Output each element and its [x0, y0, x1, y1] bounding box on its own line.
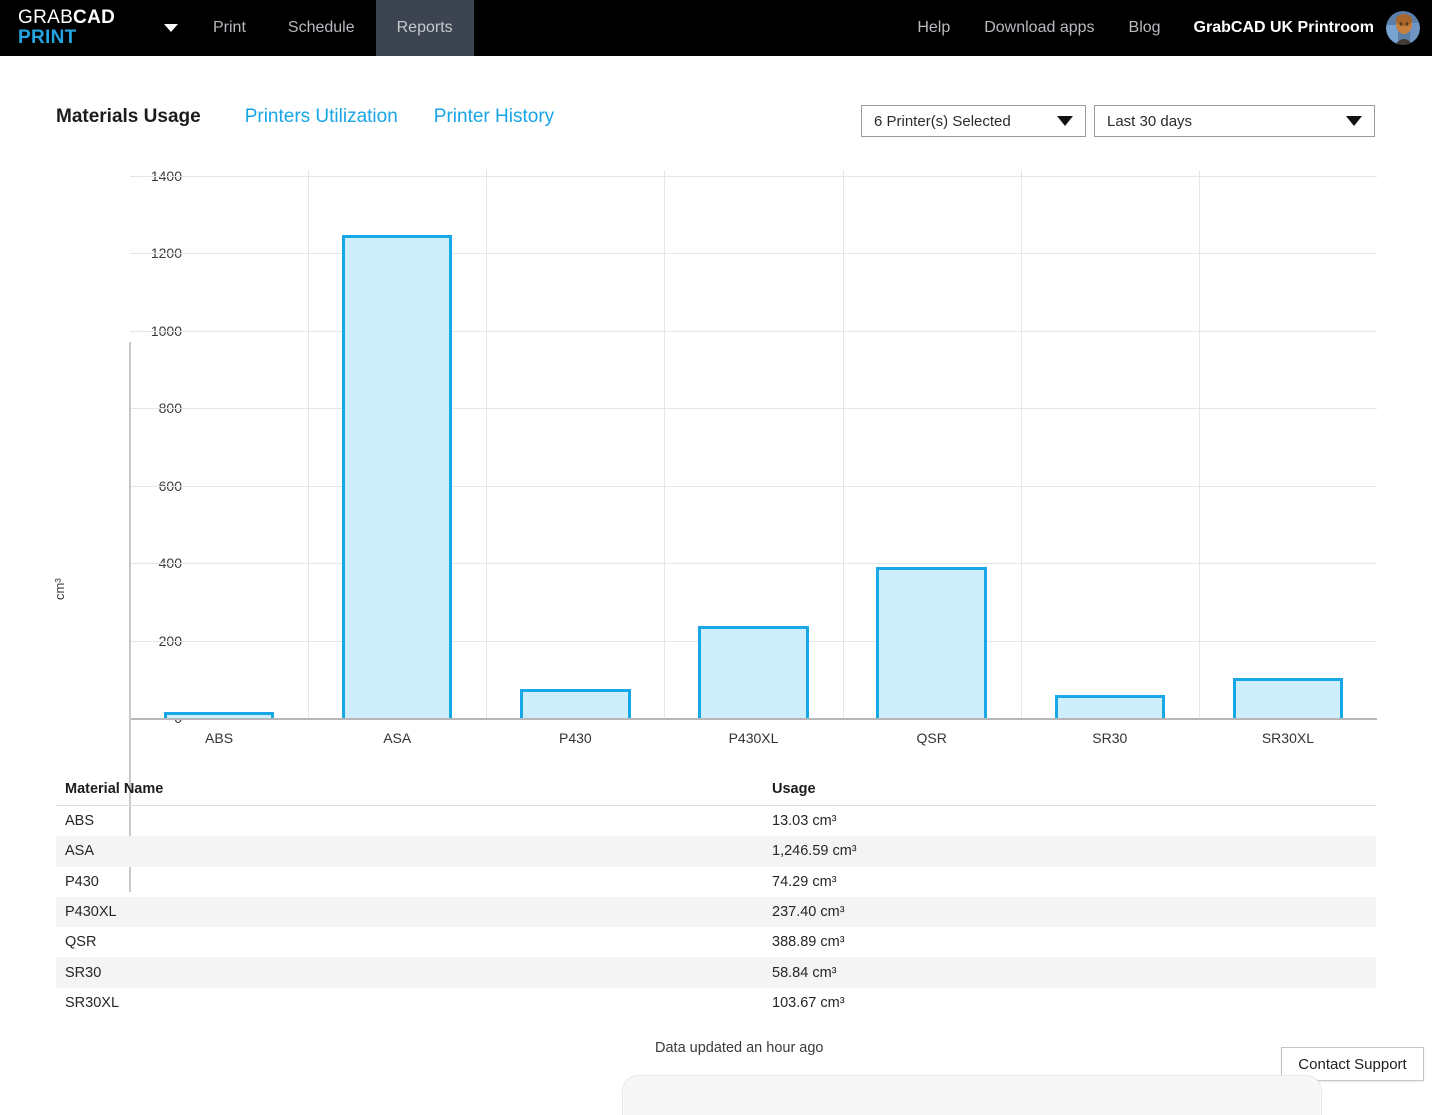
- bar-p430xl[interactable]: [698, 626, 809, 718]
- materials-usage-bar-chart: cm³ 0200400600800100012001400 ABSASAP430…: [0, 168, 1432, 892]
- table-row: P430XL 237.40 cm³: [56, 896, 1376, 928]
- table-body: ABS 13.03 cm³ ASA 1,246.59 cm³ P430 74.29 cm³…: [56, 806, 1376, 1018]
- grabcad-print-logo[interactable]: GRABCAD PRINT: [0, 0, 150, 56]
- cell-usage: 74.29 cm³: [772, 873, 837, 890]
- tab-printers-utilization[interactable]: Printers Utilization: [245, 106, 398, 128]
- gridline-vertical: [842, 170, 844, 720]
- tab-materials-usage[interactable]: Materials Usage: [56, 106, 201, 128]
- logo-line-grabcad: GRABCAD: [18, 8, 150, 28]
- x-axis-tick-sr30: SR30: [1092, 730, 1128, 746]
- cell-usage: 58.84 cm³: [772, 964, 837, 981]
- date-range-select[interactable]: Last 30 days: [1094, 105, 1375, 137]
- date-range-value: Last 30 days: [1107, 112, 1193, 130]
- gridline-vertical: [486, 170, 488, 720]
- cell-usage: 103.67 cm³: [772, 994, 845, 1011]
- cell-material-name: SR30XL: [65, 994, 120, 1011]
- x-axis-tick-abs: ABS: [205, 730, 234, 746]
- logo-line-print: PRINT: [18, 27, 77, 48]
- gridline-horizontal: [130, 485, 1377, 487]
- nav-link-help[interactable]: Help: [900, 19, 967, 37]
- table-row: ABS 13.03 cm³: [56, 806, 1376, 836]
- cell-material-name: P430XL: [65, 904, 117, 921]
- tab-printer-history[interactable]: Printer History: [434, 106, 554, 128]
- column-header-material-name: Material Name: [65, 780, 164, 797]
- gridline-horizontal: [130, 176, 1377, 177]
- cell-usage: 237.40 cm³: [772, 904, 845, 921]
- avatar[interactable]: [1386, 11, 1420, 45]
- x-axis-tick-qsr: QSR: [916, 730, 947, 746]
- x-axis-tick-asa: ASA: [383, 730, 412, 746]
- cell-usage: 388.89 cm³: [772, 934, 845, 951]
- gridline-horizontal: [130, 563, 1377, 565]
- app-menu-button[interactable]: [150, 0, 192, 56]
- logo-cad-text: CAD: [73, 7, 116, 29]
- nav-item-reports[interactable]: Reports: [375, 0, 474, 56]
- materials-usage-table: Material Name Usage ABS 13.03 cm³ ASA 1,246…: [56, 772, 1376, 1018]
- support-chat-widget[interactable]: [622, 1075, 1322, 1115]
- nav-item-schedule[interactable]: Schedule: [267, 0, 376, 56]
- table-header-row: Material Name Usage: [56, 772, 1376, 806]
- primary-nav: Print Schedule Reports: [192, 0, 474, 56]
- table-row: QSR 388.89 cm³: [56, 927, 1376, 957]
- printer-filter-select[interactable]: 6 Printer(s) Selected: [861, 105, 1086, 137]
- cell-usage: 1,246.59 cm³: [772, 843, 857, 860]
- gridline-vertical: [664, 170, 666, 720]
- cell-material-name: P430: [65, 873, 99, 890]
- gridline-vertical: [1198, 170, 1200, 720]
- table-row: SR30XL 103.67 cm³: [56, 988, 1376, 1018]
- table-row: SR30 58.84 cm³: [56, 957, 1376, 988]
- cell-usage: 13.03 cm³: [772, 813, 837, 830]
- bar-qsr[interactable]: [876, 567, 987, 718]
- table-row: ASA 1,246.59 cm³: [56, 836, 1376, 867]
- table-row: P430 74.29 cm³: [56, 867, 1376, 897]
- chevron-down-icon: [1057, 116, 1073, 126]
- data-updated-note: Data updated an hour ago: [655, 1040, 824, 1056]
- cell-material-name: QSR: [65, 934, 97, 951]
- x-axis-tick-p430: P430: [558, 730, 592, 746]
- nav-item-print[interactable]: Print: [192, 0, 267, 56]
- cell-material-name: ASA: [65, 843, 95, 860]
- top-navigation-bar: GRABCAD PRINT Print Schedule Reports Hel…: [0, 0, 1432, 56]
- bar-p430[interactable]: [520, 689, 631, 718]
- gridline-horizontal: [130, 330, 1377, 332]
- bar-sr30[interactable]: [1054, 695, 1165, 718]
- logo-grab-text: GRAB: [18, 7, 74, 29]
- gridline-vertical: [1020, 170, 1022, 720]
- chart-plot-area: ABS ASA P430 P430XL QSR SR30 SR30XL: [130, 170, 1377, 746]
- account-name-label[interactable]: GrabCAD UK Printroom: [1178, 19, 1386, 37]
- nav-link-download-apps[interactable]: Download apps: [967, 19, 1111, 37]
- gridline-vertical: [308, 170, 310, 720]
- x-axis-baseline: [130, 718, 1377, 720]
- nav-link-blog[interactable]: Blog: [1112, 19, 1178, 37]
- report-toolbar: Materials Usage Printers Utilization Pri…: [0, 56, 1432, 137]
- y-axis-title: cm³: [52, 578, 67, 600]
- gridline-horizontal: [130, 408, 1377, 410]
- x-axis-tick-sr30xl: SR30XL: [1261, 730, 1314, 746]
- x-axis-tick-p430xl: P430XL: [728, 730, 779, 746]
- chevron-down-icon: [1346, 116, 1362, 126]
- chevron-down-icon: [164, 24, 178, 32]
- secondary-nav: Help Download apps Blog GrabCAD UK Print…: [900, 0, 1432, 56]
- gridline-horizontal: [130, 253, 1377, 255]
- cell-material-name: ABS: [65, 813, 95, 830]
- bar-asa[interactable]: [341, 235, 453, 718]
- column-header-usage: Usage: [772, 780, 816, 797]
- bar-sr30xl[interactable]: [1232, 677, 1344, 718]
- report-tab-list: Materials Usage Printers Utilization Pri…: [56, 106, 590, 128]
- printer-filter-value: 6 Printer(s) Selected: [874, 112, 1011, 130]
- cell-material-name: SR30: [65, 964, 102, 981]
